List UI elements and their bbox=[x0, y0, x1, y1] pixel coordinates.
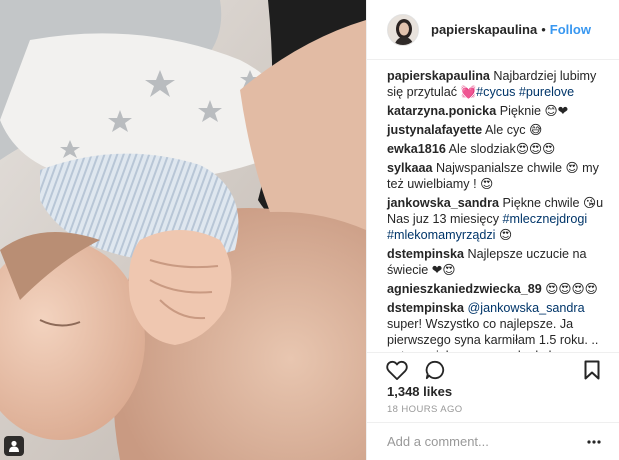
comment-author[interactable]: dstempinska bbox=[387, 301, 464, 315]
comment-author[interactable]: papierskapaulina bbox=[387, 69, 490, 83]
comment-author[interactable]: ewka1816 bbox=[387, 142, 446, 156]
heart-icon bbox=[386, 360, 408, 380]
comment-author[interactable]: jankowska_sandra bbox=[387, 196, 499, 210]
post-timestamp[interactable]: 18 HOURS AGO bbox=[387, 404, 463, 415]
save-button[interactable] bbox=[580, 358, 604, 382]
user-tag-button[interactable] bbox=[4, 436, 24, 456]
user-tag-icon bbox=[9, 440, 19, 452]
comments-list[interactable]: papierskapaulina Najbardziej lubimy się … bbox=[367, 60, 619, 352]
comment-input[interactable] bbox=[387, 434, 584, 449]
comment-item: papierskapaulina Najbardziej lubimy się … bbox=[387, 68, 604, 100]
comment-item: sylkaaa Najwspanialsze chwile 😍 my też u… bbox=[387, 160, 604, 192]
comment-author[interactable]: sylkaaa bbox=[387, 161, 433, 175]
comment-author[interactable]: justynalafayette bbox=[387, 123, 482, 137]
avatar[interactable] bbox=[387, 13, 419, 46]
comment-item: jankowska_sandra Piękne chwile 😘u Nas ju… bbox=[387, 195, 604, 243]
separator-dot: • bbox=[541, 22, 546, 37]
like-button[interactable] bbox=[385, 358, 409, 382]
comment-item: agnieszkaniedzwiecka_89 😍😍😍😍 bbox=[387, 281, 604, 297]
comment-button[interactable] bbox=[423, 358, 447, 382]
comment-text: Ale slodziak😍😍😍 bbox=[448, 142, 556, 156]
comment-item: dstempinska @jankowska_sandra super! Wsz… bbox=[387, 300, 604, 352]
follow-button[interactable]: Follow bbox=[550, 22, 591, 37]
hashtag-link[interactable]: #mlecznejdrogi bbox=[502, 212, 587, 226]
comment-text: Ale cyc 😅 bbox=[485, 123, 543, 137]
comment-text: Pięknie 😊❤ bbox=[499, 104, 569, 118]
comment-icon bbox=[425, 360, 445, 379]
hashtag-link[interactable]: #mlekomamyrządzi bbox=[387, 228, 495, 242]
comment-author[interactable]: katarzyna.ponicka bbox=[387, 104, 496, 118]
comment-text: 😍😍😍😍 bbox=[545, 282, 598, 296]
bookmark-icon bbox=[584, 360, 600, 379]
comment-item: dstempinska Najlepsze uczucie na świecie… bbox=[387, 246, 604, 278]
comment-item: justynalafayette Ale cyc 😅 bbox=[387, 122, 604, 138]
hashtag-link[interactable]: #cycus bbox=[476, 85, 515, 99]
more-icon bbox=[587, 439, 601, 444]
comment-author[interactable]: agnieszkaniedzwiecka_89 bbox=[387, 282, 542, 296]
comment-text: super! Wszystko co najlepsze. Ja pierwsz… bbox=[387, 317, 599, 352]
comment-item: katarzyna.ponicka Pięknie 😊❤ bbox=[387, 103, 604, 119]
hashtag-link[interactable]: #purelove bbox=[519, 85, 574, 99]
add-comment-bar bbox=[367, 422, 619, 460]
post-header: papierskapaulina • Follow bbox=[367, 0, 619, 60]
post-author-username[interactable]: papierskapaulina bbox=[431, 22, 537, 37]
comment-item: ewka1816 Ale slodziak😍😍😍 bbox=[387, 141, 604, 157]
likes-count[interactable]: 1,348 likes bbox=[387, 384, 452, 399]
post-photo[interactable] bbox=[0, 0, 366, 460]
action-bar bbox=[367, 352, 619, 386]
avatar-image bbox=[388, 14, 418, 45]
post-image bbox=[0, 0, 366, 460]
more-options-button[interactable] bbox=[584, 432, 604, 452]
post-sidebar: papierskapaulina • Follow papierskapauli… bbox=[366, 0, 619, 460]
comment-text: 😍 bbox=[495, 228, 513, 242]
comment-author[interactable]: dstempinska bbox=[387, 247, 464, 261]
hashtag-link[interactable]: @jankowska_sandra bbox=[468, 301, 585, 315]
